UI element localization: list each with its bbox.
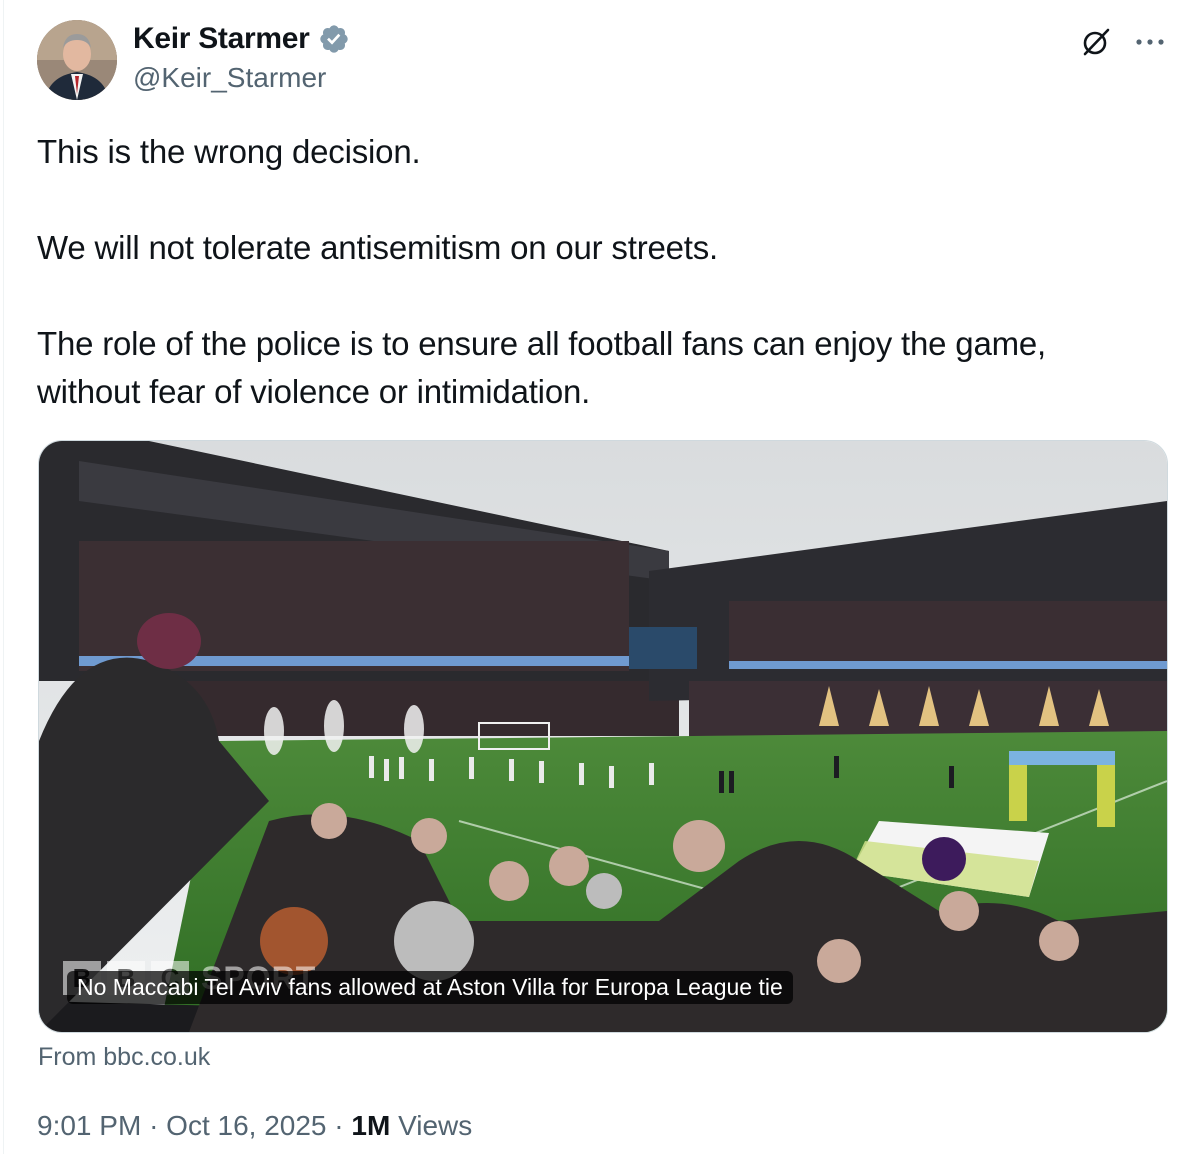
card-caption: No Maccabi Tel Aviv fans allowed at Asto… (67, 971, 793, 1004)
grok-icon[interactable] (1080, 26, 1112, 58)
author-name-row: Keir Starmer (133, 22, 350, 56)
tweet-text: This is the wrong decision. We will not … (37, 128, 1147, 416)
tweet-paragraph: This is the wrong decision. (37, 133, 421, 170)
tweet-paragraph: The role of the police is to ensure all … (37, 325, 1047, 410)
avatar-portrait (37, 20, 117, 100)
tweet-meta: 9:01 PM · Oct 16, 2025 · 1M Views (37, 1110, 472, 1142)
more-icon[interactable] (1133, 26, 1167, 58)
stadium-photo (39, 441, 1167, 1032)
tweet-date[interactable]: Oct 16, 2025 (166, 1110, 326, 1141)
views-count[interactable]: 1M (351, 1110, 390, 1141)
meta-separator: · (149, 1110, 159, 1141)
link-preview-card[interactable]: B B C SPORT No Maccabi Tel Aviv fans all… (38, 440, 1168, 1033)
tweet-paragraph: We will not tolerate antisemitism on our… (37, 229, 719, 266)
avatar[interactable] (37, 20, 117, 100)
verified-badge-icon[interactable] (318, 23, 350, 55)
meta-separator: · (334, 1110, 344, 1141)
card-source[interactable]: From bbc.co.uk (38, 1043, 210, 1072)
views-label: Views (398, 1110, 473, 1141)
timeline-border (3, 0, 4, 1154)
tweet-time[interactable]: 9:01 PM (37, 1110, 141, 1141)
author-handle[interactable]: @Keir_Starmer (133, 62, 326, 94)
author-name[interactable]: Keir Starmer (133, 22, 310, 56)
